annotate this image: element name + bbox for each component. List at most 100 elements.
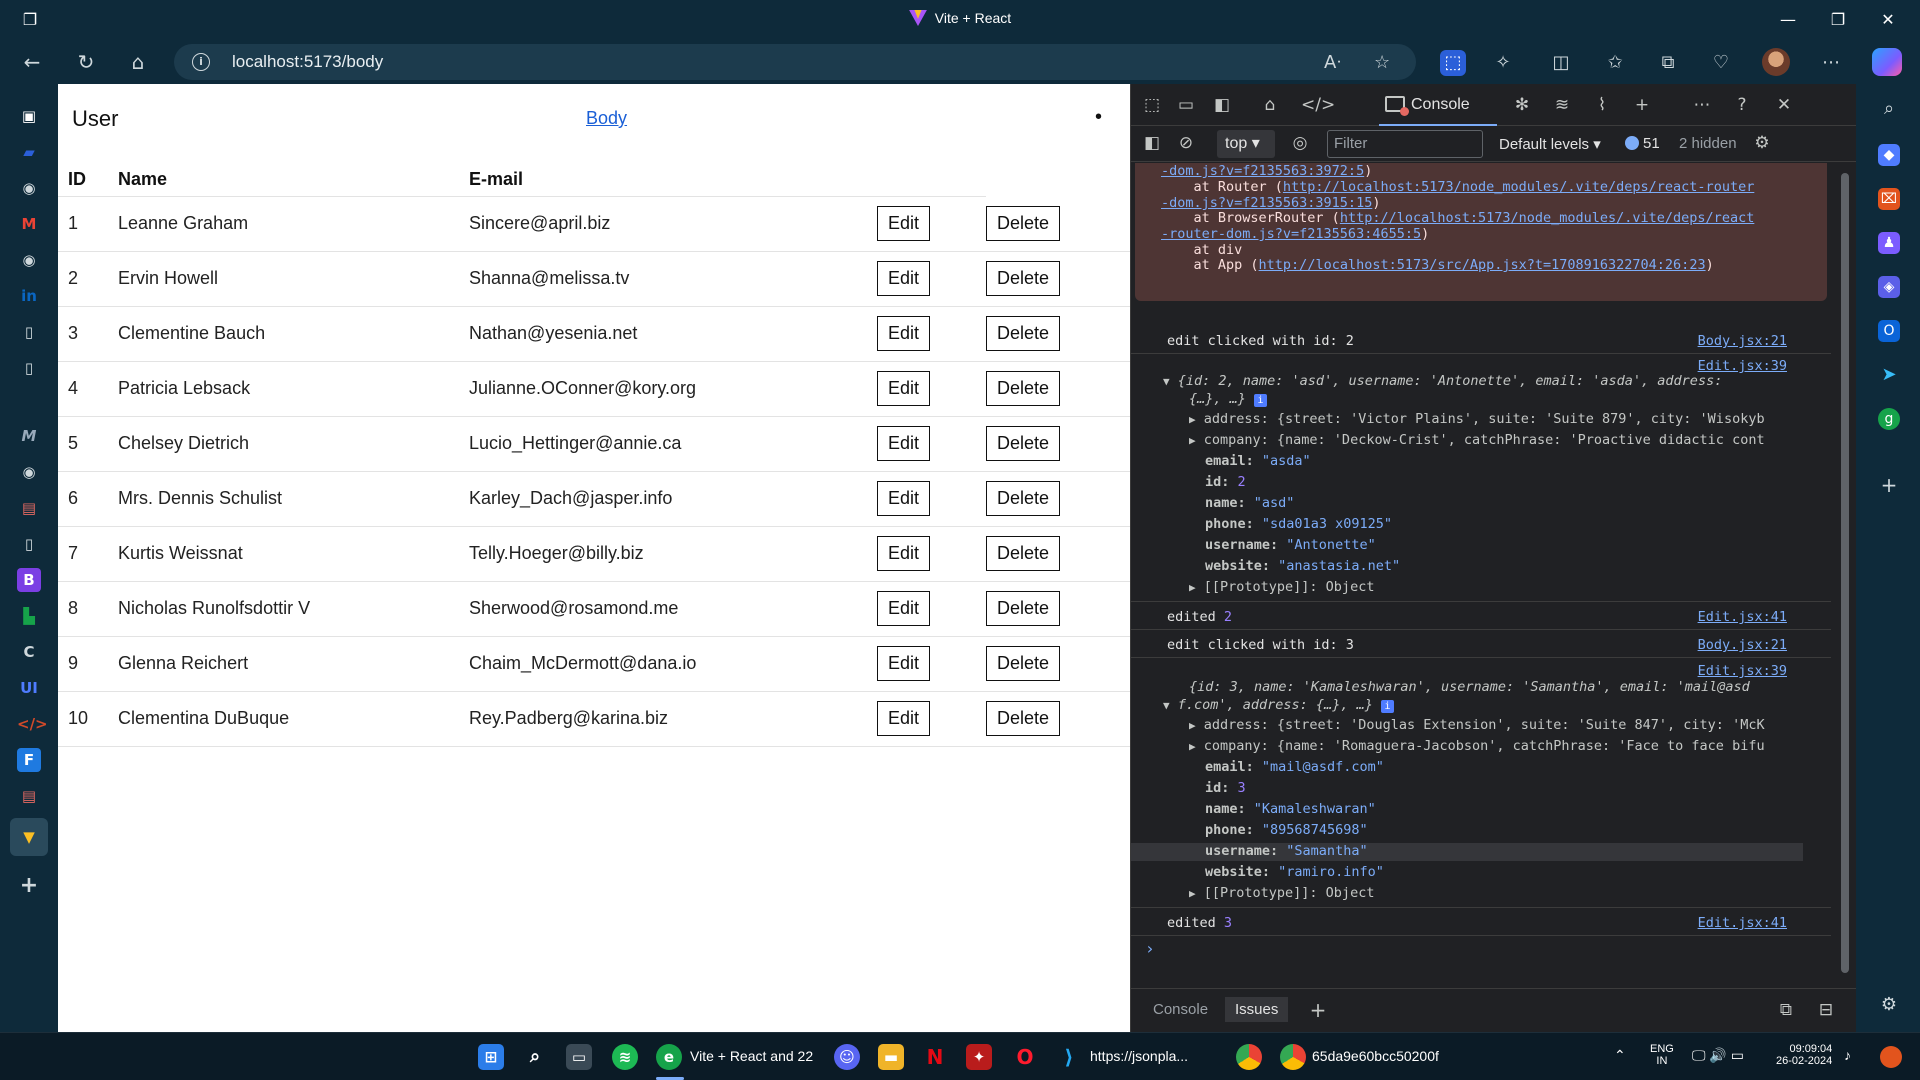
object-summary[interactable]: ▼ f.com', address: {…}, …} i	[1163, 697, 1394, 713]
expand-triangle-icon[interactable]: ▶	[1189, 581, 1196, 594]
minimize-icon[interactable]: —	[1776, 8, 1800, 32]
delete-button[interactable]: Delete	[986, 261, 1061, 296]
sidebar-toggle-icon[interactable]: ◧	[1141, 132, 1163, 154]
log-source-link[interactable]: Edit.jsx:41	[1698, 915, 1787, 931]
drawer-dock-icon[interactable]: ⧉	[1775, 999, 1797, 1021]
discord-icon[interactable]: ☺	[834, 1044, 860, 1070]
taskbar-search-icon[interactable]: ⌕	[522, 1044, 548, 1070]
sources-bug-icon[interactable]: ✻	[1511, 94, 1533, 116]
file-explorer-icon[interactable]: ▬	[878, 1044, 904, 1070]
edit-button[interactable]: Edit	[877, 426, 931, 461]
tab-medium-icon[interactable]: M	[17, 424, 41, 448]
read-aloud-icon[interactable]: Aᐧ	[1324, 52, 1341, 73]
tab-pdf-icon[interactable]: ▤	[17, 496, 41, 520]
tab-gmail-icon[interactable]: M	[17, 212, 41, 236]
stack-link[interactable]: -router-dom.js?v=f2135563:4655:5	[1161, 226, 1421, 242]
delete-button[interactable]: Delete	[986, 205, 1061, 241]
tab-bootstrap-icon[interactable]: B	[17, 568, 41, 592]
elements-tab-icon[interactable]: </>	[1301, 94, 1335, 116]
devtools-more-icon[interactable]: ⋯	[1691, 94, 1713, 116]
tab-ui-icon[interactable]: UI	[17, 676, 41, 700]
clear-console-icon[interactable]: ⊘	[1175, 132, 1197, 154]
filter-input[interactable]: Filter	[1327, 130, 1483, 158]
expand-triangle-icon[interactable]: ▶	[1189, 434, 1196, 447]
tab-linkedin-icon[interactable]: in	[17, 284, 41, 308]
live-expression-eye-icon[interactable]: ◎	[1289, 132, 1311, 154]
favorites-icon[interactable]: ✩	[1602, 50, 1628, 76]
stack-link[interactable]: http://localhost:5173/node_modules/.vite…	[1340, 210, 1755, 226]
delete-button[interactable]: Delete	[986, 536, 1061, 571]
expand-triangle-icon[interactable]: ▶	[1189, 413, 1196, 426]
edit-button[interactable]: Edit	[877, 316, 931, 351]
collapse-triangle-icon[interactable]: ▼	[1163, 699, 1170, 712]
chrome-icon[interactable]	[1236, 1044, 1262, 1070]
tab-vite-icon[interactable]: ▼	[17, 825, 41, 849]
tab-f-icon[interactable]: F	[17, 748, 41, 772]
edit-button[interactable]: Edit	[877, 536, 931, 571]
edge-window-label[interactable]: Vite + React and 22	[690, 1048, 813, 1064]
tray-chevron-icon[interactable]: ⌃	[1614, 1047, 1626, 1064]
object-company-row[interactable]: company: {name: 'Deckow-Crist', catchPhr…	[1204, 432, 1765, 448]
performance-icon[interactable]: ♡	[1708, 50, 1734, 76]
chrome-window-label[interactable]: 65da9e60bcc50200f	[1312, 1048, 1439, 1064]
delete-button[interactable]: Delete	[986, 371, 1061, 406]
extension-icon[interactable]: ⬚	[1440, 50, 1466, 76]
tab-document-icon-2[interactable]: ▯	[17, 356, 41, 380]
performance-icon[interactable]: ⌇	[1591, 94, 1613, 116]
inspect-element-icon[interactable]: ⬚	[1141, 94, 1163, 116]
extensions-puzzle-icon[interactable]: ✧	[1490, 50, 1516, 76]
copilot-icon[interactable]	[1872, 48, 1902, 76]
tab-github-icon[interactable]: ◉	[17, 176, 41, 200]
body-nav-link[interactable]: Body	[586, 108, 627, 129]
tab-favicon-icon[interactable]: ▰	[17, 140, 41, 164]
help-icon[interactable]: ?	[1731, 94, 1753, 116]
delete-button[interactable]: Delete	[986, 481, 1061, 516]
address-bar[interactable]: i localhost:5173/body Aᐧ ☆	[174, 44, 1416, 80]
close-window-icon[interactable]: ✕	[1876, 8, 1900, 32]
chrome-icon-2[interactable]	[1280, 1044, 1306, 1070]
delete-button[interactable]: Delete	[986, 591, 1061, 626]
console-scrollbar[interactable]	[1841, 173, 1849, 973]
expand-triangle-icon[interactable]: ▶	[1189, 719, 1196, 732]
new-tab-icon[interactable]: +	[17, 874, 41, 898]
tab-actions-icon[interactable]: ▣	[17, 104, 41, 128]
tab-app-icon[interactable]: ▙	[17, 604, 41, 628]
drawer-tab-console[interactable]: Console	[1153, 1001, 1208, 1018]
edit-button[interactable]: Edit	[877, 591, 931, 626]
drawer-add-tab-icon[interactable]: +	[1307, 999, 1329, 1021]
more-tabs-plus-icon[interactable]: +	[1631, 94, 1653, 116]
log-levels-dropdown[interactable]: Default levels ▾	[1499, 135, 1601, 153]
stack-link[interactable]: http://localhost:5173/src/App.jsx?t=1708…	[1259, 257, 1706, 273]
object-address-row[interactable]: address: {street: 'Victor Plains', suite…	[1204, 411, 1765, 427]
log-source-link[interactable]: Body.jsx:21	[1698, 333, 1787, 349]
close-devtools-icon[interactable]: ✕	[1773, 94, 1795, 116]
popcorn-icon[interactable]: ✦	[966, 1044, 992, 1070]
object-summary[interactable]: ▼ {id: 2, name: 'asd', username: 'Antone…	[1163, 373, 1722, 389]
log-source-link[interactable]: Edit.jsx:41	[1698, 609, 1787, 625]
drawer-close-icon[interactable]: ⊟	[1815, 999, 1837, 1021]
sidebar-tools-icon[interactable]: ⌧	[1878, 188, 1900, 210]
maximize-icon[interactable]: ❐	[1826, 8, 1850, 32]
url-text[interactable]: localhost:5173/body	[232, 52, 383, 72]
object-company-row[interactable]: company: {name: 'Romaguera-Jacobson', ca…	[1204, 738, 1765, 754]
copilot-taskbar-icon[interactable]	[1880, 1046, 1902, 1068]
context-select[interactable]: top ▾	[1217, 130, 1275, 158]
vscode-window-label[interactable]: https://jsonpla...	[1090, 1048, 1188, 1064]
stack-link[interactable]: -dom.js?v=f2135563:3915:15	[1161, 195, 1372, 211]
log-source-link[interactable]: Edit.jsx:39	[1698, 358, 1787, 374]
split-screen-icon[interactable]: ◫	[1548, 50, 1574, 76]
tab-github-icon-3[interactable]: ◉	[17, 460, 41, 484]
delete-button[interactable]: Delete	[986, 316, 1061, 351]
sidebar-game-icon[interactable]: g	[1878, 408, 1900, 430]
clock[interactable]: 09:09:04 26-02-2024	[1776, 1043, 1832, 1067]
vscode-icon[interactable]: ⟩	[1056, 1044, 1082, 1070]
netflix-icon[interactable]: N	[922, 1044, 948, 1070]
tab-document-icon[interactable]: ▯	[17, 320, 41, 344]
object-prototype-row[interactable]: [[Prototype]]: Object	[1204, 579, 1375, 595]
tab-console[interactable]: Console	[1379, 84, 1497, 126]
edit-button[interactable]: Edit	[877, 261, 931, 296]
device-toolbar-icon[interactable]: ▭	[1175, 94, 1197, 116]
back-icon[interactable]: ←	[20, 50, 44, 74]
issues-counter[interactable]: 51	[1625, 135, 1660, 152]
stack-link[interactable]: -dom.js?v=f2135563:3972:5	[1161, 163, 1364, 179]
